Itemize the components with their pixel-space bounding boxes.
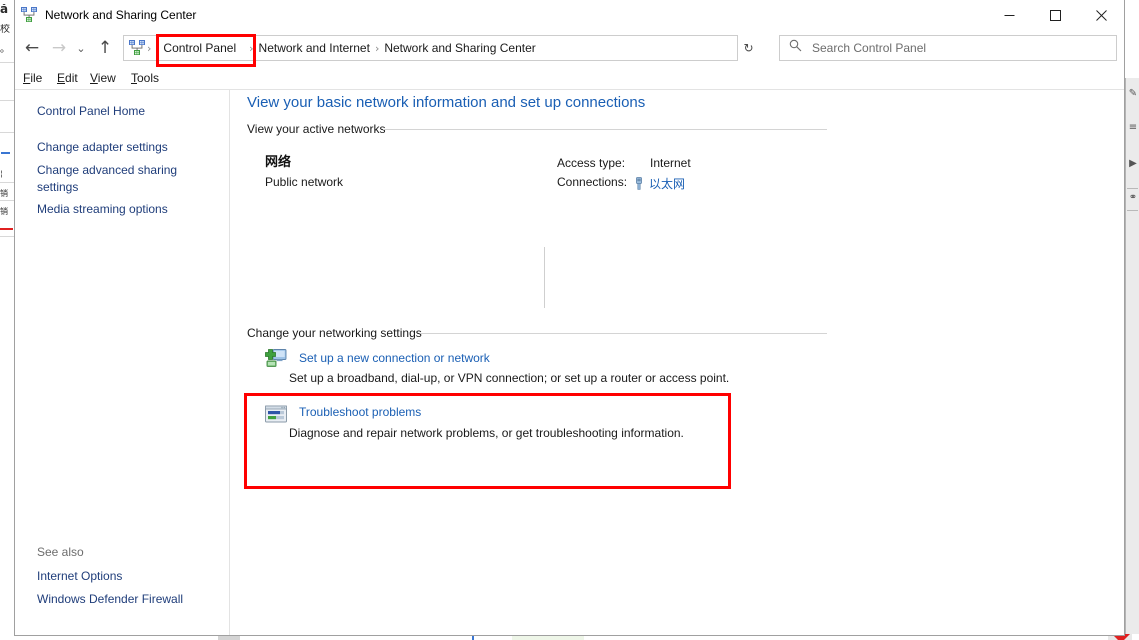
menu-item-file[interactable]: File	[23, 71, 42, 85]
access-type-value: Internet	[650, 156, 691, 170]
sidebar-item-windows-defender-firewall[interactable]: Windows Defender Firewall	[37, 591, 217, 608]
breadcrumb-separator[interactable]: ›	[373, 42, 381, 55]
active-network-divider	[544, 247, 545, 308]
title-bar: Network and Sharing Center	[15, 0, 1124, 30]
navigation-bar: ← → ⌄ ↑ › Control Panel › Network and In…	[15, 30, 1124, 68]
pen-icon: ✎	[1128, 88, 1138, 99]
search-box[interactable]	[779, 35, 1117, 61]
see-also-label: See also	[37, 545, 84, 559]
breadcrumb-network-and-internet[interactable]: Network and Internet	[256, 41, 373, 55]
access-type-label: Access type:	[557, 156, 626, 170]
minimize-button[interactable]	[986, 0, 1032, 30]
cursor-icon: ▶	[1129, 158, 1137, 169]
breadcrumb-network-and-sharing-center[interactable]: Network and Sharing Center	[381, 41, 538, 55]
section-heading-active-networks: View your active networks	[247, 122, 386, 136]
troubleshoot-icon	[264, 403, 288, 427]
ethernet-adapter-icon	[633, 177, 645, 196]
menu-accel: V	[90, 71, 98, 85]
refresh-button[interactable]: ↻	[737, 35, 759, 61]
bg-glyph: 。	[0, 44, 10, 55]
menu-rest: dit	[65, 71, 78, 85]
bg-glyph: 销	[0, 189, 8, 198]
close-button[interactable]	[1078, 0, 1124, 30]
menu-item-view[interactable]: View	[90, 71, 116, 85]
section-divider	[383, 129, 827, 130]
task-link-troubleshoot-problems[interactable]: Troubleshoot problems	[299, 405, 421, 419]
background-window-left-sliver: å 校 。 ¦ 销 销	[0, 0, 14, 640]
active-network-name: 网络	[265, 155, 292, 170]
recent-locations-icon[interactable]: ⌄	[71, 34, 91, 62]
new-connection-icon	[264, 348, 288, 372]
network-sharing-icon	[21, 7, 37, 23]
menu-bar: File Edit View Tools	[15, 68, 1124, 90]
maximize-button[interactable]	[1032, 0, 1078, 30]
content-pane: View your basic network information and …	[231, 90, 1124, 635]
section-divider	[421, 333, 827, 334]
bg-glyph: 销	[0, 207, 8, 216]
network-sharing-center-window: Network and Sharing Center ← → ⌄ ↑ › Con…	[14, 0, 1125, 636]
page-title: View your basic network information and …	[247, 94, 646, 111]
connection-link-ethernet[interactable]: 以太网	[649, 175, 685, 192]
up-icon[interactable]: ↑	[91, 34, 119, 62]
sidebar-item-control-panel-home[interactable]: Control Panel Home	[37, 103, 217, 120]
window-body: Control Panel Home Change adapter settin…	[15, 90, 1124, 635]
menu-rest: ools	[137, 71, 160, 85]
menu-accel: E	[57, 71, 66, 85]
menu-rest: iew	[97, 71, 116, 85]
back-icon[interactable]: ←	[18, 34, 46, 62]
sidebar-item-internet-options[interactable]: Internet Options	[37, 568, 217, 585]
active-network-type: Public network	[265, 175, 344, 189]
menu-item-edit[interactable]: Edit	[57, 71, 78, 85]
search-icon	[789, 39, 802, 57]
address-bar[interactable]: › Control Panel › Network and Internet ›…	[123, 35, 759, 61]
list-icon: ≡	[1128, 122, 1138, 133]
forward-icon[interactable]: →	[45, 34, 73, 62]
network-sharing-icon	[129, 40, 145, 56]
bg-glyph: 校	[0, 24, 10, 35]
menu-item-tools[interactable]: Tools	[131, 71, 159, 85]
search-input[interactable]	[810, 40, 1090, 56]
sidebar-item-media-streaming-options[interactable]: Media streaming options	[37, 201, 217, 218]
sidebar-item-change-adapter-settings[interactable]: Change adapter settings	[37, 139, 217, 156]
breadcrumb-control-panel[interactable]: Control Panel	[153, 41, 239, 55]
sidebar: Control Panel Home Change adapter settin…	[15, 90, 230, 635]
task-description-troubleshoot-problems: Diagnose and repair network problems, or…	[289, 426, 684, 440]
breadcrumb-separator[interactable]: ›	[145, 42, 153, 55]
task-link-set-up-new-connection[interactable]: Set up a new connection or network	[299, 351, 490, 365]
bg-glyph: å	[0, 4, 9, 15]
task-description-set-up-new-connection: Set up a broadband, dial-up, or VPN conn…	[289, 371, 730, 385]
key-icon: ⚭	[1128, 192, 1138, 203]
menu-rest: ile	[30, 71, 43, 85]
bg-glyph: ¦	[0, 169, 3, 178]
window-title: Network and Sharing Center	[45, 8, 197, 22]
connections-label: Connections:	[557, 175, 628, 189]
background-window-right-toolbar: ✎ ≡ ▶ ⚭	[1125, 78, 1139, 640]
breadcrumb-separator[interactable]: ›	[239, 42, 255, 55]
sidebar-item-change-advanced-sharing-settings[interactable]: Change advanced sharing settings	[37, 162, 217, 196]
section-heading-networking-settings: Change your networking settings	[247, 326, 422, 340]
